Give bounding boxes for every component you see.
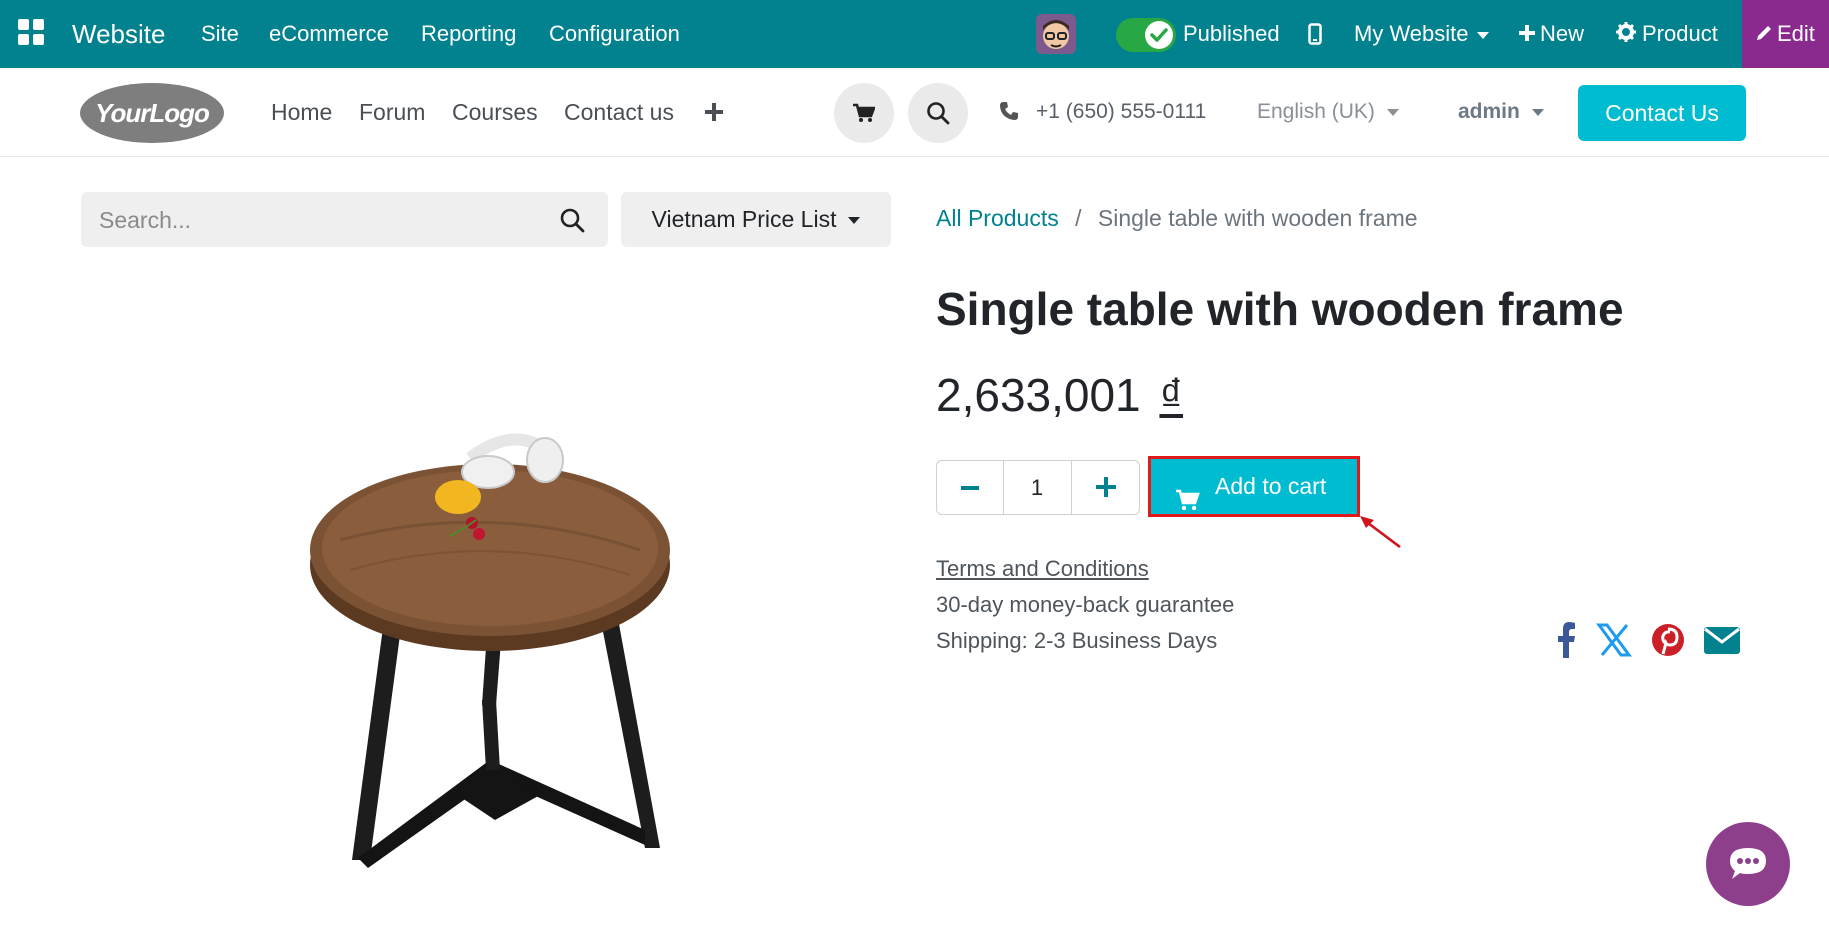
chevron-down-icon [1531, 108, 1544, 116]
search-icon [926, 101, 950, 130]
nav-courses[interactable]: Courses [452, 68, 538, 156]
breadcrumb-current: Single table with wooden frame [1097, 205, 1418, 231]
facebook-icon[interactable] [1546, 620, 1586, 660]
guarantee-text: 30-day money-back guarantee [936, 592, 1235, 617]
published-label[interactable]: Published [1183, 0, 1280, 68]
user-menu[interactable]: admin [1458, 68, 1544, 156]
pricelist-label: Vietnam Price List [651, 206, 837, 232]
language-selector[interactable]: English (UK) [1257, 68, 1399, 156]
product-image [300, 400, 680, 880]
apps-icon[interactable] [18, 19, 46, 47]
header-search-button[interactable] [908, 83, 968, 143]
avatar[interactable] [1036, 14, 1076, 54]
cart-button[interactable] [834, 83, 894, 143]
new-label: New [1540, 21, 1585, 46]
nav-forum[interactable]: Forum [359, 68, 425, 156]
user-label: admin [1458, 100, 1520, 123]
quantity-stepper: 1 [936, 460, 1140, 515]
chevron-down-icon [1476, 31, 1489, 39]
annotation-arrow-icon [1358, 514, 1403, 549]
site-header: YourLogo Home Forum Courses Contact us +… [0, 68, 1829, 157]
product-search [81, 192, 608, 249]
site-logo[interactable]: YourLogo [80, 83, 224, 143]
edit-label: Edit [1777, 21, 1815, 46]
cart-icon [853, 103, 876, 128]
product-button[interactable]: Product [1616, 0, 1718, 68]
add-to-cart-label: Add to cart [1215, 473, 1327, 499]
phone-icon [999, 101, 1019, 126]
decrease-quantity-button[interactable] [937, 461, 1004, 514]
toggle-check-icon [1145, 21, 1173, 49]
breadcrumb-separator: / [1075, 205, 1082, 231]
pinterest-icon[interactable] [1648, 620, 1688, 660]
nav-home[interactable]: Home [271, 68, 332, 156]
phone-number[interactable]: +1 (650) 555-0111 [1036, 68, 1206, 156]
increase-quantity-button[interactable] [1071, 461, 1140, 514]
breadcrumb-all-products[interactable]: All Products [936, 205, 1059, 231]
price-value: 2,633,001 [936, 369, 1141, 421]
mobile-icon[interactable] [1308, 23, 1322, 50]
breadcrumb: All Products / Single table with wooden … [936, 205, 1418, 232]
publish-toggle[interactable] [1116, 18, 1176, 52]
contact-us-button[interactable]: Contact Us [1578, 85, 1746, 141]
nav-contact-us[interactable]: Contact us [564, 68, 674, 156]
website-switcher[interactable]: My Website [1354, 0, 1489, 68]
chat-icon [1728, 846, 1768, 887]
pricelist-dropdown[interactable]: Vietnam Price List [621, 192, 891, 247]
product-price: 2,633,001 ₫ [936, 368, 1183, 422]
add-to-cart-button[interactable]: Add to cart [1148, 456, 1360, 517]
search-input[interactable] [97, 192, 541, 249]
menu-ecommerce[interactable]: eCommerce [269, 0, 389, 68]
edit-button[interactable]: Edit [1742, 0, 1829, 68]
cart-icon [1176, 476, 1200, 531]
menu-configuration[interactable]: Configuration [549, 0, 680, 68]
new-button[interactable]: New [1518, 0, 1584, 68]
menu-site[interactable]: Site [201, 0, 239, 68]
menu-reporting[interactable]: Reporting [421, 0, 516, 68]
product-label: Product [1642, 21, 1718, 46]
gear-icon [1616, 1, 1636, 69]
search-icon[interactable] [559, 207, 585, 238]
admin-bar: Website Site eCommerce Reporting Configu… [0, 0, 1829, 68]
terms-link[interactable]: Terms and Conditions [936, 556, 1149, 582]
add-menu-plus-icon[interactable] [704, 102, 724, 127]
app-title[interactable]: Website [72, 0, 165, 68]
chevron-down-icon [1386, 108, 1399, 116]
chevron-down-icon [848, 217, 861, 225]
language-label: English (UK) [1257, 100, 1375, 123]
quantity-input[interactable]: 1 [1004, 461, 1070, 514]
pencil-icon [1755, 1, 1773, 69]
product-title: Single table with wooden frame [936, 283, 1624, 335]
livechat-button[interactable] [1706, 822, 1790, 906]
currency-symbol: ₫ [1159, 369, 1184, 421]
plus-icon [1518, 1, 1536, 69]
website-label: My Website [1354, 21, 1469, 46]
plus-icon [1096, 463, 1116, 516]
email-icon[interactable] [1702, 620, 1742, 660]
minus-icon [961, 463, 979, 516]
x-icon[interactable] [1594, 620, 1634, 660]
shipping-text: Shipping: 2-3 Business Days [936, 628, 1218, 653]
